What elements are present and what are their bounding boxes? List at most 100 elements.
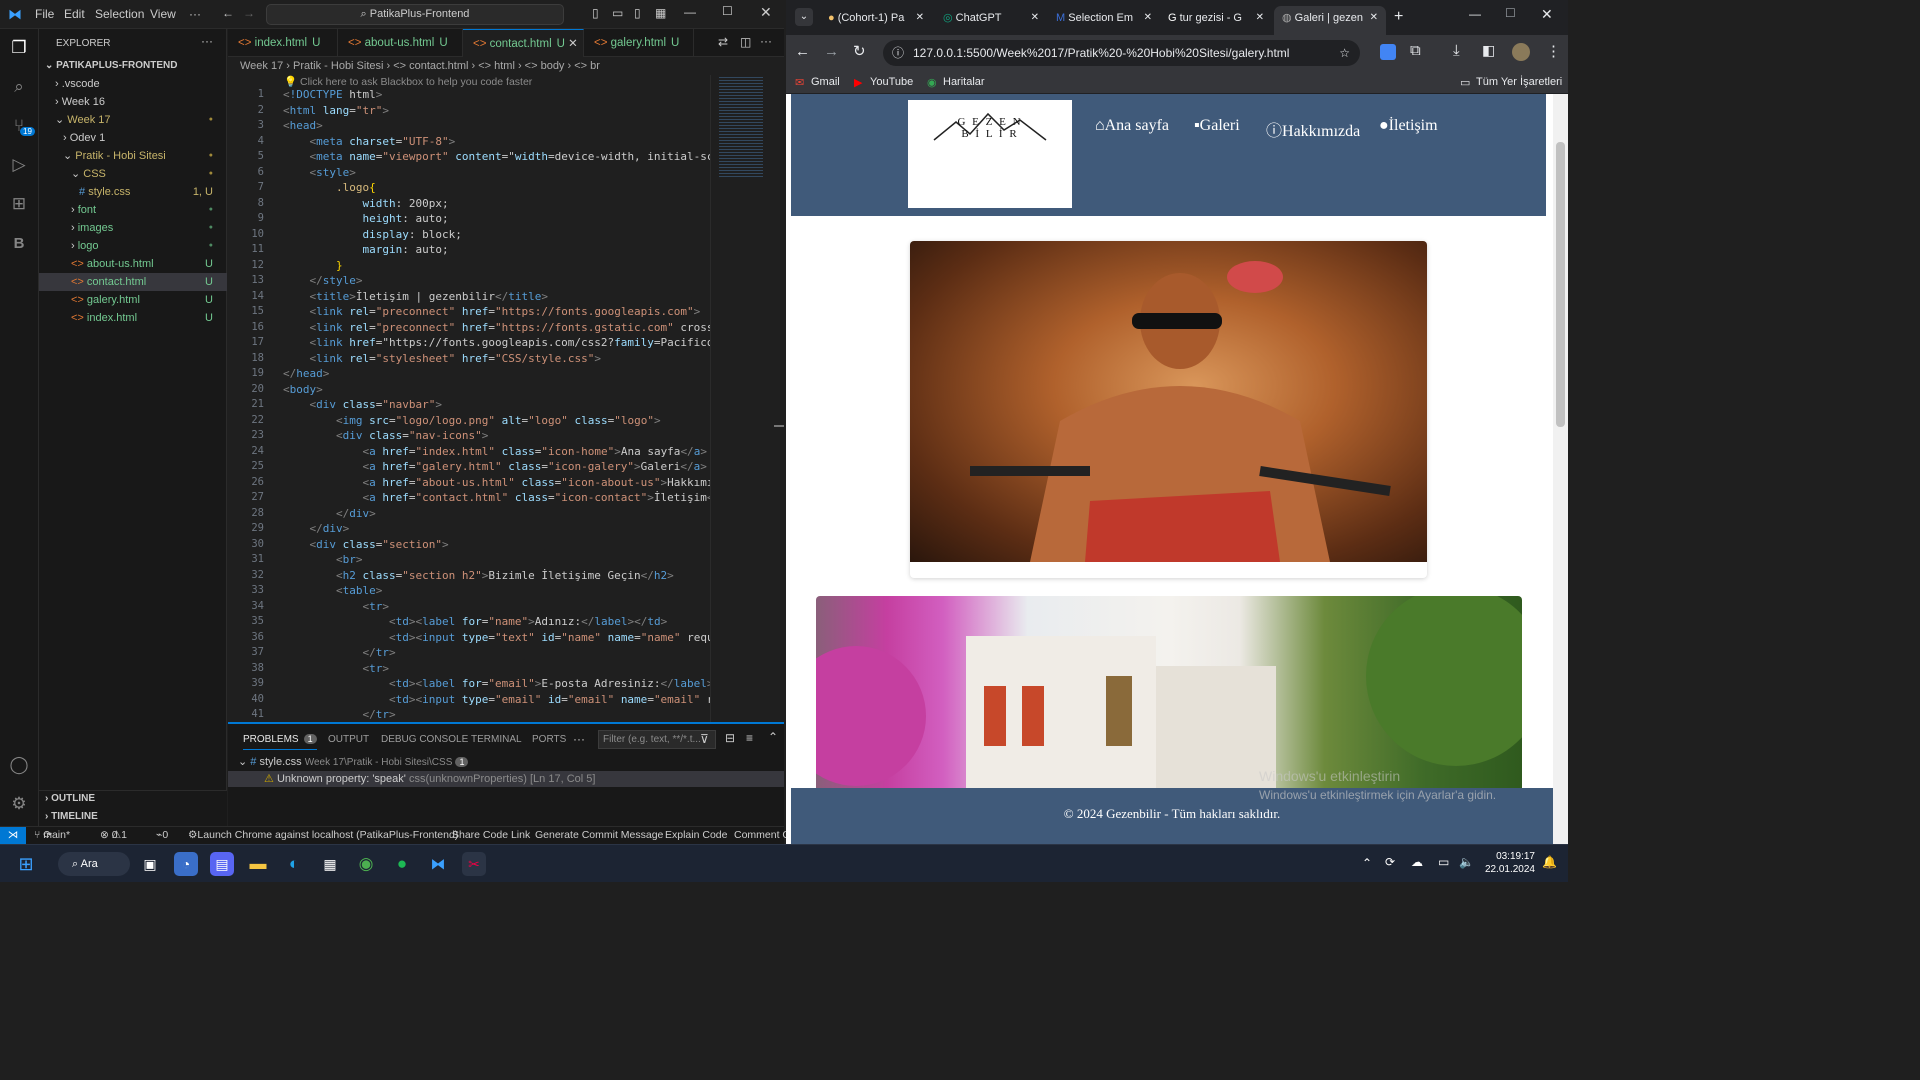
panel-more-icon[interactable]: ··· [573,732,585,746]
panel-tab[interactable]: OUTPUT [328,734,369,745]
outline-header[interactable]: › OUTLINE [45,793,95,804]
notifications-icon[interactable]: 🔔 [1542,855,1557,869]
forward-icon[interactable]: → [824,43,839,60]
tray-chevron-icon[interactable]: ⌃ [1362,856,1372,870]
tree-item[interactable]: › images ● [39,219,227,237]
chrome-close-icon[interactable]: ✕ [1541,6,1553,23]
tree-item[interactable]: <> about-us.html U [39,255,227,273]
panel-tab[interactable]: PROBLEMS 1 [243,734,317,750]
store-icon[interactable]: ▦ [318,852,342,876]
chrome-maximize-icon[interactable]: ☐ [1505,6,1516,20]
panel-tab[interactable]: DEBUG CONSOLE [381,734,468,745]
code-editor[interactable]: 1 <!DOCTYPE html> 2 <html lang="tr"> 3 <head>… [228,88,710,722]
back-icon[interactable]: ← [795,43,810,60]
tree-item[interactable]: ⌄ Pratik - Hobi Sitesi ● [39,147,227,165]
problems-filter-input[interactable]: Filter (e.g. text, **/*.t... [598,730,716,749]
gallery-photo-street-flowers[interactable] [786,586,1546,796]
menu-view[interactable]: View [150,7,176,21]
minimap[interactable] [710,75,774,722]
site-info-icon[interactable]: ⓘ [892,40,904,66]
extensions-icon[interactable]: ⊞ [8,193,30,215]
menu-file[interactable]: File [35,7,54,21]
tree-item[interactable]: › .vscode [39,75,227,93]
bookmark-gmail[interactable]: Gmail [811,76,840,88]
editor-tab[interactable]: <> contact.html U ✕ [463,29,584,57]
nav-gallery-link[interactable]: ▪Galeri [1194,117,1240,135]
browser-tab[interactable]: ◎ ChatGPT ✕ [935,6,1047,35]
panel-tab[interactable]: PORTS [532,734,566,745]
edge-icon[interactable]: ◐ [282,852,306,876]
clock[interactable]: 03:19:17 22.01.2024 [1483,850,1535,876]
browser-tab[interactable]: M Selection Em ✕ [1048,6,1160,35]
editor-tab[interactable]: <> galery.html U [584,29,694,57]
workspace-root[interactable]: ⌄ PATIKAPLUS-FRONTEND [39,57,227,75]
onedrive-icon[interactable]: ☁ [1411,855,1423,869]
editor-tab[interactable]: <> index.html U [228,29,338,57]
search-view-icon[interactable]: ⌕ [8,76,30,98]
timeline-header[interactable]: › TIMELINE [45,811,98,822]
address-bar[interactable]: ⓘ 127.0.0.1:5500/Week%2017/Pratik%20-%20H… [883,40,1360,66]
editor-tab[interactable]: <> about-us.html U [338,29,463,57]
taskbar-search[interactable]: ⌕ Ara [58,852,130,876]
collapse-all-icon[interactable]: ⊟ [725,731,735,745]
generate-commit-message[interactable]: Generate Commit Message [535,827,663,844]
site-logo[interactable]: G E Z E N B İ L İ R [908,100,1072,208]
blackbox-icon[interactable]: B [8,232,30,254]
close-tab-icon[interactable]: ✕ [565,38,578,50]
menu-edit[interactable]: Edit [64,7,85,21]
menu-more[interactable]: ··· [189,7,201,21]
account-icon[interactable]: ◯ [8,754,30,776]
chrome-taskbar-icon[interactable]: ◉ [354,852,378,876]
explorer-more-icon[interactable]: ··· [201,34,213,48]
reload-icon[interactable]: ↻ [853,42,866,60]
settings-gear-icon[interactable]: ⚙ [8,793,30,815]
tree-item[interactable]: › Week 16 [39,93,227,111]
display-icon[interactable]: ▭ [1438,855,1449,869]
close-tab-icon[interactable]: ✕ [1370,6,1378,30]
copilot-icon[interactable]: ◔ [174,852,198,876]
chrome-minimize-icon[interactable]: — [1469,7,1481,21]
file-explorer-icon[interactable]: ▬ [246,852,270,876]
problem-row[interactable]: ⚠ Unknown property: 'speak' css(unknownP… [228,771,784,787]
tab-search-icon[interactable]: ⌄ [795,8,813,26]
split-editor-icon[interactable]: ◫ [740,35,751,49]
close-tab-icon[interactable]: ✕ [916,6,924,30]
toggle-sidebar-icon[interactable]: ▯ [592,6,599,20]
side-panel-icon[interactable]: ◧ [1482,42,1495,59]
close-tab-icon[interactable]: ✕ [1144,6,1152,30]
browser-tab[interactable]: ● (Cohort-1) Pa ✕ [820,6,932,35]
command-center[interactable]: ⌕ PatikaPlus-Frontend [266,4,564,25]
scroll-thumb[interactable] [774,425,784,427]
volume-icon[interactable]: 🔈 [1459,855,1474,869]
nav-contact-link[interactable]: ●İletişim [1379,117,1438,135]
nav-back-icon[interactable]: ← [222,6,234,20]
share-code-link[interactable]: Share Code Link [452,827,530,844]
task-view-icon[interactable]: ▣ [138,852,162,876]
start-icon[interactable]: ⊞ [14,852,38,876]
close-tab-icon[interactable]: ✕ [1256,6,1264,30]
maximize-panel-icon[interactable]: ⌃ [768,730,778,744]
spotify-icon[interactable]: ● [390,852,414,876]
ports-status[interactable]: ⌁ 0 [156,827,168,844]
close-icon[interactable]: ✕ [760,4,772,21]
menu-selection[interactable]: Selection [95,7,144,21]
bookmark-star-icon[interactable]: ☆ [1339,40,1350,66]
extensions-puzzle-icon[interactable]: ⧉ [1410,42,1421,59]
launch-status[interactable]: ⚙ Launch Chrome against localhost (Patik… [188,827,458,844]
profile-avatar[interactable] [1512,43,1530,61]
close-tab-icon[interactable]: ✕ [1031,6,1039,30]
tree-item[interactable]: ⌄ Week 17 ● [39,111,227,129]
tree-item[interactable]: ⌄ CSS ● [39,165,227,183]
vscode-taskbar-icon[interactable]: ⧓ [426,852,450,876]
all-bookmarks[interactable]: Tüm Yer İşaretleri [1476,76,1562,88]
tray-app-icon[interactable]: ⟳ [1385,855,1395,869]
tree-item[interactable]: <> galery.html U [39,291,227,309]
blackbox-hint[interactable]: 💡 Click here to ask Blackbox to help you… [284,75,532,88]
explorer-icon[interactable]: ❐ [8,37,30,59]
run-debug-icon[interactable]: ▷ [8,154,30,176]
branch-status[interactable]: ⑂ main* ⟳ [34,827,70,844]
tree-item[interactable]: › logo ● [39,237,227,255]
breadcrumb[interactable]: Week 17 › Pratik - Hobi Sitesi › <> cont… [228,57,784,75]
snipping-tool-icon[interactable]: ✂ [462,852,486,876]
remote-icon[interactable]: ⋊ [0,827,26,844]
